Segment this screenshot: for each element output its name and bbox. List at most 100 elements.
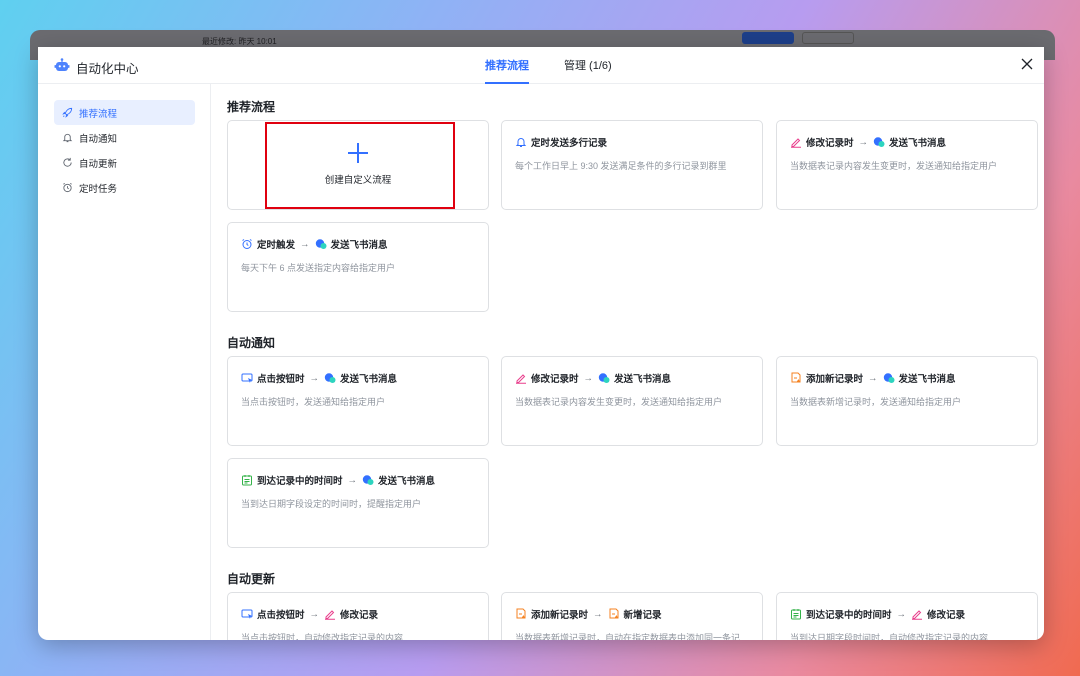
feishu-message-icon: [598, 372, 610, 384]
action-label: 发送飞书消息: [889, 135, 946, 149]
automation-center-dialog: 自动化中心 推荐流程 管理 (1/6) 推荐流程 自动通知 自动更新 定时任务 …: [38, 47, 1044, 640]
flow-description: 当到达日期字段设定的时间时，提醒指定用户: [241, 497, 474, 511]
bell-icon: [515, 136, 527, 148]
content-area: 推荐流程创建自定义流程定时发送多行记录每个工作日早上 9:30 发送满足条件的多…: [211, 84, 1044, 640]
action-label: 新增记录: [624, 607, 662, 621]
rocket-icon: [62, 107, 73, 118]
click-button-icon: [241, 608, 253, 620]
add-record-icon: [608, 608, 620, 620]
sidebar-item-label: 推荐流程: [79, 106, 117, 120]
create-custom-flow-card[interactable]: 创建自定义流程: [227, 120, 489, 210]
flow-card[interactable]: 到达记录中的时间时→修改记录当到达日期字段时间时，自动修改指定记录的内容: [776, 592, 1038, 640]
flow-card[interactable]: 点击按钮时 → 发送飞书消息当点击按钮时，发送通知给指定用户: [227, 356, 489, 446]
robot-icon: [54, 57, 70, 73]
dialog-title: 自动化中心: [76, 58, 139, 77]
tab-manage[interactable]: 管理 (1/6): [564, 57, 612, 84]
add-record-icon: [515, 608, 527, 620]
feishu-message-icon: [362, 474, 374, 486]
flow-description: 每天下午 6 点发送指定内容给指定用户: [241, 261, 474, 275]
flow-description: 当数据表记录内容发生变更时，发送通知给指定用户: [515, 395, 748, 409]
action-label: 发送飞书消息: [899, 371, 956, 385]
flow-card[interactable]: 修改记录时 → 发送飞书消息当数据表记录内容发生变更时，发送通知给指定用户: [501, 356, 763, 446]
arrow-icon: →: [300, 239, 310, 250]
feishu-message-icon: [873, 136, 885, 148]
action-label: 修改记录: [927, 607, 965, 621]
trigger-label: 点击按钮时: [257, 371, 305, 385]
flow-card[interactable]: 修改记录时→发送飞书消息当数据表记录内容发生变更时，发送通知给指定用户: [776, 120, 1038, 210]
trigger-label: 添加新记录时: [531, 607, 588, 621]
arrow-icon: →: [584, 373, 594, 384]
share-button: [742, 32, 794, 44]
last-modified: 最近修改: 昨天 10:01: [202, 37, 277, 46]
feishu-message-icon: [315, 238, 327, 250]
arrow-icon: →: [868, 373, 878, 384]
feishu-message-icon: [324, 372, 336, 384]
flow-description: 当点击按钮时，自动修改指定记录的内容: [241, 631, 474, 640]
flow-title: 修改记录时 → 发送飞书消息: [790, 135, 946, 149]
close-icon[interactable]: [1020, 57, 1034, 71]
flow-description: 当到达日期字段时间时，自动修改指定记录的内容: [790, 631, 1023, 640]
action-label: 发送飞书消息: [331, 237, 388, 251]
pencil-icon: [790, 136, 802, 148]
flow-description: 当数据表新增记录时，发送通知给指定用户: [790, 395, 1023, 409]
flow-title: 点击按钮时 → 修改记录: [241, 607, 378, 621]
flow-title: 定时发送多行记录: [515, 135, 607, 149]
dialog-header: 自动化中心 推荐流程 管理 (1/6): [38, 47, 1044, 84]
toolbar-button: [802, 32, 854, 44]
section-title: 自动更新: [227, 570, 275, 587]
calendar-icon: [790, 608, 802, 620]
trigger-label: 到达记录中的时间时: [257, 473, 343, 487]
flow-title: 到达记录中的时间时 → 发送飞书消息: [241, 473, 435, 487]
alarm-clock-icon: [241, 238, 253, 250]
arrow-icon: →: [859, 137, 869, 148]
trigger-label: 定时发送多行记录: [531, 135, 607, 149]
action-label: 发送飞书消息: [340, 371, 397, 385]
arrow-icon: →: [593, 609, 603, 620]
pencil-icon: [515, 372, 527, 384]
flow-title: 修改记录时 → 发送飞书消息: [515, 371, 671, 385]
sidebar-item-updates[interactable]: 自动更新: [54, 150, 195, 175]
action-label: 发送飞书消息: [614, 371, 671, 385]
flow-card[interactable]: 添加新记录时 → 发送飞书消息当数据表新增记录时，发送通知给指定用户: [776, 356, 1038, 446]
trigger-label: 点击按钮时: [257, 607, 305, 621]
trigger-label: 修改记录时: [806, 135, 854, 149]
action-label: 发送飞书消息: [378, 473, 435, 487]
sidebar-item-label: 定时任务: [79, 181, 117, 195]
sidebar-item-scheduled[interactable]: 定时任务: [54, 175, 195, 200]
arrow-icon: →: [348, 475, 358, 486]
bell-icon: [62, 132, 73, 143]
arrow-icon: →: [310, 609, 320, 620]
action-label: 修改记录: [340, 607, 378, 621]
sidebar: 推荐流程 自动通知 自动更新 定时任务: [38, 84, 211, 640]
flow-card[interactable]: 定时发送多行记录每个工作日早上 9:30 发送满足条件的多行记录到群里: [501, 120, 763, 210]
section-title: 自动通知: [227, 334, 275, 351]
sidebar-item-label: 自动更新: [79, 156, 117, 170]
section-title: 推荐流程: [227, 98, 275, 115]
click-button-icon: [241, 372, 253, 384]
refresh-icon: [62, 157, 73, 168]
flow-card[interactable]: 定时触发 → 发送飞书消息每天下午 6 点发送指定内容给指定用户: [227, 222, 489, 312]
trigger-label: 到达记录中的时间时: [806, 607, 892, 621]
tab-recommended[interactable]: 推荐流程: [485, 57, 529, 84]
flow-title: 定时触发 → 发送飞书消息: [241, 237, 388, 251]
flow-card[interactable]: 添加新记录时 → 新增记录当数据表新增记录时，自动在指定数据表中添加同一条记录: [501, 592, 763, 640]
sidebar-item-notifications[interactable]: 自动通知: [54, 125, 195, 150]
trigger-label: 添加新记录时: [806, 371, 863, 385]
flow-description: 当数据表新增记录时，自动在指定数据表中添加同一条记录: [515, 631, 748, 640]
flow-title: 添加新记录时 → 新增记录: [515, 607, 662, 621]
trigger-label: 修改记录时: [531, 371, 579, 385]
flow-title: 添加新记录时 → 发送飞书消息: [790, 371, 956, 385]
flow-card[interactable]: 点击按钮时 → 修改记录当点击按钮时，自动修改指定记录的内容: [227, 592, 489, 640]
flow-description: 每个工作日早上 9:30 发送满足条件的多行记录到群里: [515, 159, 748, 173]
alarm-clock-icon: [62, 182, 73, 193]
feishu-message-icon: [883, 372, 895, 384]
arrow-icon: →: [310, 373, 320, 384]
flow-title: 点击按钮时 → 发送飞书消息: [241, 371, 397, 385]
trigger-label: 定时触发: [257, 237, 295, 251]
flow-description: 当点击按钮时，发送通知给指定用户: [241, 395, 474, 409]
add-record-icon: [790, 372, 802, 384]
highlight-box: [265, 122, 455, 209]
sidebar-item-recommended[interactable]: 推荐流程: [54, 100, 195, 125]
flow-card[interactable]: 到达记录中的时间时 → 发送飞书消息当到达日期字段设定的时间时，提醒指定用户: [227, 458, 489, 548]
pencil-icon: [324, 608, 336, 620]
